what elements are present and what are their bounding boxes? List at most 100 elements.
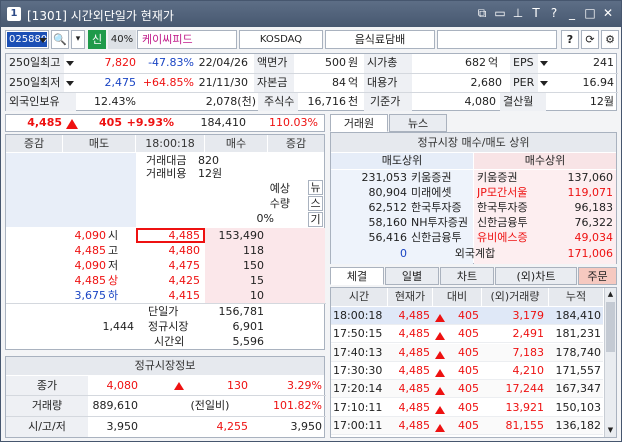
eps-dropdown[interactable] (538, 54, 550, 73)
capital-value: 84 (332, 76, 346, 89)
code-dropdown-icon[interactable] (37, 31, 49, 48)
sell-qty: 80,904 (368, 186, 408, 199)
tick-row[interactable]: 17:20:14 4,485 405 17,244 167,347 (331, 380, 603, 399)
sell-broker[interactable]: NH투자증권 (411, 215, 473, 230)
tab-trades[interactable]: 체결 (330, 267, 384, 285)
mcap-value: 682 (465, 56, 486, 69)
tab-order[interactable]: 주문 (578, 267, 617, 285)
scroll-up-icon[interactable]: ▲ (606, 290, 615, 299)
help-button[interactable]: ? (561, 30, 579, 49)
expected-label: 예상 (269, 182, 290, 195)
tick-change: 405 (458, 363, 479, 377)
sell-broker[interactable]: 키움증권 (411, 170, 473, 185)
regular-market-value: 6,901 (232, 320, 265, 333)
news-button[interactable]: 뉴 (308, 180, 323, 195)
tab-daily[interactable]: 일별 (385, 267, 439, 285)
copy-icon[interactable]: ▭ (493, 5, 507, 21)
hi250-label: 250일최고 (6, 54, 64, 73)
per-value: 16.94 (582, 76, 615, 89)
tick-change: 405 (458, 327, 479, 341)
open-value: 3,950 (106, 420, 139, 433)
maximize-icon[interactable]: □ (583, 5, 597, 21)
tick-price: 4,485 (398, 382, 431, 396)
tick-row[interactable]: 17:30:30 4,485 405 4,210 171,557 (331, 361, 603, 380)
upper-limit-label: 상 (108, 274, 119, 287)
trade-cost-value: 12원 (198, 167, 223, 180)
ask-price[interactable]: 4,485 (140, 229, 201, 243)
sell-broker[interactable]: 신한금융투 (411, 230, 473, 245)
capital-label: 자본금 (254, 74, 294, 92)
ticks-table: 시간 현재가 대비 (외)거래량 누적 ▲ ▼ 18:00:18 4,485 405… (330, 287, 617, 438)
sell-qty: 231,053 (361, 171, 408, 184)
time-header: 시간 (331, 288, 387, 306)
tab-chart[interactable]: 차트 (440, 267, 494, 285)
sell-qty: 62,512 (368, 201, 408, 214)
bid-qty: 10 (250, 289, 264, 302)
tick-volume: 4,210 (512, 363, 545, 377)
substitute-value: 2,680 (470, 76, 503, 89)
per-dropdown[interactable] (538, 74, 550, 92)
app-icon: 1 (7, 7, 21, 21)
foreign-pct: 12.43% (94, 95, 136, 108)
tick-price: 4,485 (398, 309, 431, 322)
settle-value: 12월 (589, 95, 614, 108)
tab-news[interactable]: 뉴스 (389, 114, 447, 132)
other-button[interactable]: 기 (308, 212, 323, 227)
buy-broker[interactable]: 한국투자증 (477, 200, 547, 215)
close-up-icon (174, 377, 188, 395)
tick-row[interactable]: 17:00:11 4,485 405 81,155 136,182 (331, 416, 603, 435)
lo250-date: 21/11/30 (198, 76, 248, 89)
ask-price[interactable]: 4,475 (140, 259, 201, 273)
single-price-value: 156,781 (218, 305, 265, 318)
market-label: KOSDAQ (239, 30, 323, 49)
ask-price[interactable]: 4,480 (140, 244, 201, 258)
tick-row[interactable]: 17:10:11 4,485 405 13,921 150,103 (331, 398, 603, 417)
refresh-icon[interactable]: ⟳ (581, 30, 599, 49)
minimize-icon[interactable]: _ (565, 5, 579, 21)
sell-broker[interactable]: 한국투자증 (411, 200, 473, 215)
expected-qty-label: 수량 (269, 197, 290, 210)
hi250-date: 22/04/26 (198, 56, 248, 69)
tick-time: 18:00:18 (333, 309, 383, 322)
lo250-dropdown[interactable] (64, 74, 76, 92)
foreign-total-label: 외국계합 (454, 247, 496, 260)
hi250-dropdown[interactable] (64, 54, 76, 73)
tab-foreign-chart[interactable]: (외)차트 (495, 267, 577, 285)
tick-cumulative: 136,182 (555, 418, 602, 432)
search-down-icon[interactable]: ▾ (71, 30, 85, 49)
tick-row[interactable]: 17:50:15 4,485 405 2,491 181,231 (331, 325, 603, 344)
ask-price[interactable]: 4,425 (140, 274, 201, 288)
ticks-scrollbar[interactable]: ▲ ▼ (604, 288, 616, 437)
scroll-down-icon[interactable]: ▼ (606, 426, 615, 435)
help-icon[interactable]: ? (547, 5, 561, 21)
buy-broker[interactable]: 유비에스증 (477, 230, 547, 245)
buy-qty: 137,060 (567, 171, 614, 184)
link-icon[interactable]: ⧉ (475, 5, 489, 21)
stock-name: 케이씨피드 (137, 30, 237, 49)
buy-broker[interactable]: 신한금융투 (477, 215, 547, 230)
stock-button[interactable]: 스 (308, 196, 323, 211)
font-icon[interactable]: T (529, 5, 543, 21)
tab-brokers[interactable]: 거래원 (330, 114, 388, 132)
pin-icon[interactable]: ⊥ (511, 5, 525, 21)
face-value: 500 (325, 56, 346, 69)
sell-broker[interactable]: 미래에셋 (411, 185, 473, 200)
up-arrow-icon (435, 384, 447, 396)
volume-header: (외)거래량 (482, 288, 548, 306)
tick-row[interactable]: 18:00:18 4,485 405 3,179 184,410 (331, 307, 603, 325)
settings-icon[interactable]: ⚙ (601, 30, 619, 49)
lower-limit-value: 3,675 (74, 289, 107, 302)
close-icon[interactable]: ✕ (601, 5, 615, 21)
tick-row[interactable]: 17:40:13 4,485 405 7,183 178,740 (331, 343, 603, 362)
search-icon[interactable]: 🔍 (51, 30, 69, 49)
buy-qty: 76,322 (574, 216, 614, 229)
buy-broker[interactable]: 키움증권 (477, 170, 547, 185)
trade-amount-value: 820 (198, 154, 219, 167)
buy-broker[interactable]: JP모간서울 (477, 185, 547, 200)
main-window: 1 [1301] 시간외단일가 현재가 ⧉ ▭ ⊥ T ? _ □ ✕ 0258… (0, 0, 622, 442)
prev-day-label: (전일비) (190, 399, 230, 412)
ask-price[interactable]: 4,415 (140, 289, 201, 303)
tick-volume: 13,921 (505, 400, 545, 414)
open-mark-value: 4,090 (74, 229, 107, 242)
tick-cumulative: 171,557 (555, 363, 602, 377)
